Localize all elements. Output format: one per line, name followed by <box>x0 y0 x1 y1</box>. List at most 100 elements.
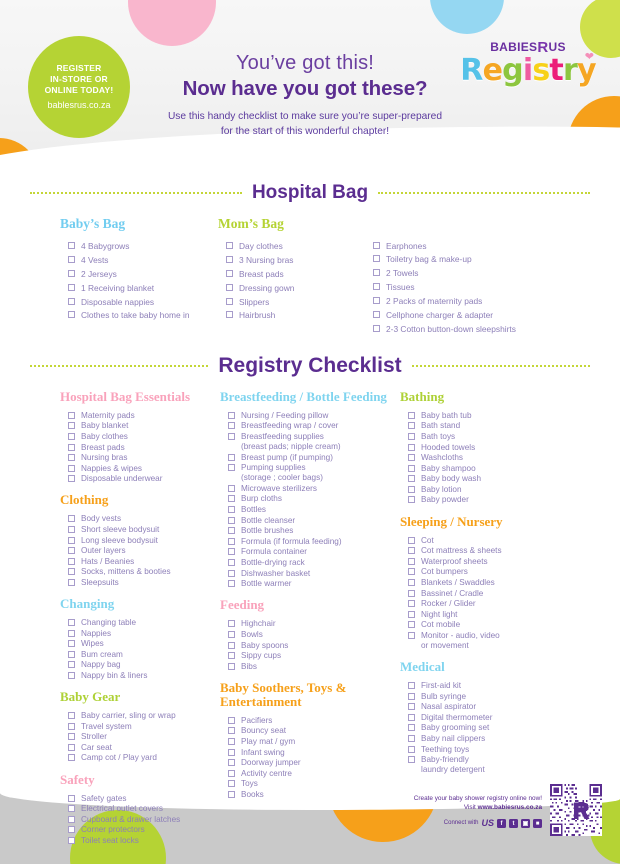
checklist-item[interactable]: Bouncy seat <box>228 726 400 736</box>
checklist-item[interactable]: Toiletry bag & make-up <box>373 254 573 265</box>
qr-code[interactable] <box>550 784 602 836</box>
register-badge[interactable]: REGISTER IN-STORE OR ONLINE TODAY! bable… <box>28 36 130 138</box>
checkbox-icon[interactable] <box>68 712 75 720</box>
checkbox-icon[interactable] <box>226 242 233 249</box>
checkbox-icon[interactable] <box>228 506 235 514</box>
checkbox-icon[interactable] <box>228 641 235 649</box>
checklist-item[interactable]: Bath toys <box>408 432 580 442</box>
checkbox-icon[interactable] <box>228 759 235 767</box>
checklist-item[interactable]: Short sleeve bodysuit <box>68 525 220 535</box>
checklist-item[interactable]: Bowls <box>228 630 400 640</box>
checkbox-icon[interactable] <box>408 621 415 629</box>
checkbox-icon[interactable] <box>408 411 415 419</box>
checkbox-icon[interactable] <box>226 269 233 277</box>
checkbox-icon[interactable] <box>228 652 235 660</box>
checkbox-icon[interactable] <box>68 297 75 305</box>
checkbox-icon[interactable] <box>228 716 235 724</box>
checklist-item[interactable]: Sleepsuits <box>68 578 220 588</box>
checkbox-icon[interactable] <box>68 242 75 249</box>
instagram-icon[interactable]: ▣ <box>521 819 530 828</box>
checkbox-icon[interactable] <box>408 724 415 732</box>
checklist-item[interactable]: Cupboard & drawer latches <box>68 815 220 825</box>
checkbox-icon[interactable] <box>228 548 235 556</box>
checkbox-icon[interactable] <box>228 580 235 588</box>
checklist-item[interactable]: Bottle-drying rack <box>228 558 400 568</box>
checklist-item[interactable]: Baby clothes <box>68 432 220 442</box>
checkbox-icon[interactable] <box>68 515 75 523</box>
checkbox-icon[interactable] <box>408 682 415 690</box>
checklist-item[interactable]: Doorway jumper <box>228 758 400 768</box>
checkbox-icon[interactable] <box>68 536 75 544</box>
checklist-item[interactable]: Body vests <box>68 514 220 524</box>
checkbox-icon[interactable] <box>68 547 75 555</box>
checklist-item[interactable]: Changing table <box>68 618 220 628</box>
checkbox-icon[interactable] <box>228 727 235 735</box>
checkbox-icon[interactable] <box>228 495 235 503</box>
checklist-item[interactable]: Safety gates <box>68 794 220 804</box>
checkbox-icon[interactable] <box>68 672 75 680</box>
checkbox-icon[interactable] <box>68 805 75 813</box>
checkbox-icon[interactable] <box>68 443 75 451</box>
checkbox-icon[interactable] <box>228 537 235 545</box>
checklist-item[interactable]: Hairbrush <box>226 310 373 321</box>
checklist-item[interactable]: Waterproof sheets <box>408 557 580 567</box>
checklist-item[interactable]: Toilet seat locks <box>68 836 220 846</box>
checkbox-icon[interactable] <box>408 589 415 597</box>
checklist-item[interactable]: Socks, mittens & booties <box>68 567 220 577</box>
checkbox-icon[interactable] <box>228 559 235 567</box>
checkbox-icon[interactable] <box>68 722 75 730</box>
checkbox-icon[interactable] <box>68 754 75 762</box>
checklist-item[interactable]: Burp cloths <box>228 494 400 504</box>
checklist-item[interactable]: Baby bath tub <box>408 411 580 421</box>
checkbox-icon[interactable] <box>68 836 75 844</box>
checklist-item[interactable]: First-aid kit <box>408 681 580 691</box>
checklist-item[interactable]: Baby powder <box>408 495 580 505</box>
checkbox-icon[interactable] <box>408 536 415 544</box>
checklist-item[interactable]: Night light <box>408 610 580 620</box>
checkbox-icon[interactable] <box>228 737 235 745</box>
twitter-icon[interactable]: t <box>509 819 518 828</box>
checkbox-icon[interactable] <box>68 283 75 291</box>
checkbox-icon[interactable] <box>68 743 75 751</box>
checklist-item[interactable]: 1 Receiving blanket <box>68 283 218 294</box>
checkbox-icon[interactable] <box>68 464 75 472</box>
checklist-item[interactable]: 4 Babygrows <box>68 241 218 252</box>
checklist-item[interactable]: Outer layers <box>68 546 220 556</box>
checklist-item[interactable]: Formula (if formula feeding) <box>228 537 400 547</box>
checklist-item[interactable]: Bum cream <box>68 650 220 660</box>
checkbox-icon[interactable] <box>68 255 75 263</box>
checkbox-icon[interactable] <box>408 547 415 555</box>
checkbox-icon[interactable] <box>408 475 415 483</box>
checkbox-icon[interactable] <box>408 485 415 493</box>
checkbox-icon[interactable] <box>226 311 233 319</box>
checklist-item[interactable]: Highchair <box>228 619 400 629</box>
checkbox-icon[interactable] <box>228 620 235 628</box>
checkbox-icon[interactable] <box>408 464 415 472</box>
checklist-item[interactable]: Rocker / Glider <box>408 599 580 609</box>
checklist-item[interactable]: Baby grooming set <box>408 723 580 733</box>
checkbox-icon[interactable] <box>408 745 415 753</box>
checkbox-icon[interactable] <box>68 422 75 430</box>
checklist-item[interactable]: Hats / Beanies <box>68 557 220 567</box>
checkbox-icon[interactable] <box>373 297 380 305</box>
checklist-item[interactable]: Bassinet / Cradle <box>408 589 580 599</box>
checkbox-icon[interactable] <box>408 496 415 504</box>
checklist-item[interactable]: Teething toys <box>408 745 580 755</box>
checklist-item[interactable]: 2 Jerseys <box>68 269 218 280</box>
checklist-item[interactable]: Earphones <box>373 241 573 252</box>
checkbox-icon[interactable] <box>408 631 415 639</box>
checkbox-icon[interactable] <box>408 756 415 764</box>
checklist-item[interactable]: Bottle cleanser <box>228 516 400 526</box>
checklist-item[interactable]: 4 Vests <box>68 255 218 266</box>
checklist-item[interactable]: Baby nail clippers <box>408 734 580 744</box>
checklist-item[interactable]: Baby carrier, sling or wrap <box>68 711 220 721</box>
checkbox-icon[interactable] <box>408 692 415 700</box>
checklist-item[interactable]: Play mat / gym <box>228 737 400 747</box>
checkbox-icon[interactable] <box>228 780 235 788</box>
checkbox-icon[interactable] <box>373 283 380 291</box>
checklist-item[interactable]: 2-3 Cotton button-down sleepshirts <box>373 324 573 335</box>
checklist-item[interactable]: Camp cot / Play yard <box>68 753 220 763</box>
checklist-item[interactable]: 2 Towels <box>373 268 573 279</box>
checklist-item[interactable]: Baby blanket <box>68 421 220 431</box>
facebook-icon[interactable]: f <box>497 819 506 828</box>
